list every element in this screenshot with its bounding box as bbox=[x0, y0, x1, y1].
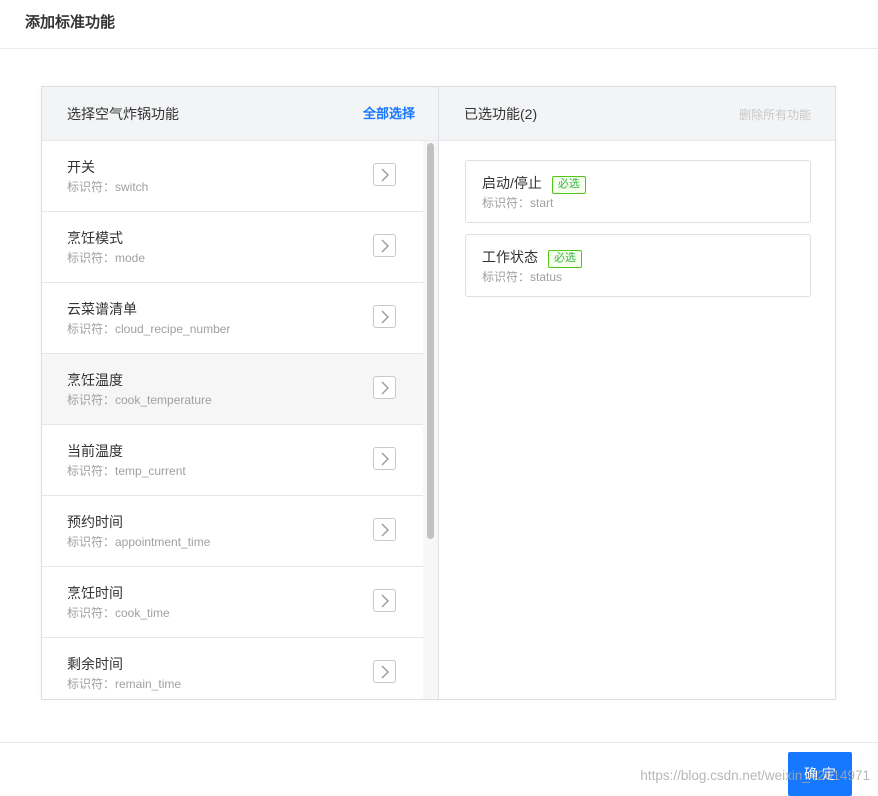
list-item[interactable]: 烹饪时间 标识符：cook_time bbox=[42, 567, 423, 638]
card-title-row: 启动/停止 必选 bbox=[482, 174, 586, 194]
chevron-right-icon bbox=[381, 310, 389, 324]
card-name: 启动/停止 bbox=[482, 175, 542, 191]
list-item[interactable]: 当前温度 标识符：temp_current bbox=[42, 425, 423, 496]
chevron-right-icon bbox=[381, 665, 389, 679]
item-name: 烹饪时间 bbox=[67, 585, 123, 601]
available-functions-title: 选择空气炸锅功能 bbox=[67, 106, 179, 122]
select-all-link[interactable]: 全部选择 bbox=[363, 106, 415, 122]
item-name: 云菜谱清单 bbox=[67, 301, 137, 317]
chevron-right-icon bbox=[381, 594, 389, 608]
add-function-button[interactable] bbox=[373, 376, 396, 399]
item-identifier: 标识符：cook_temperature bbox=[67, 393, 212, 407]
chevron-right-icon bbox=[381, 523, 389, 537]
confirm-button[interactable]: 确 定 bbox=[788, 752, 852, 796]
item-identifier: 标识符：appointment_time bbox=[67, 535, 211, 549]
list-item[interactable]: 预约时间 标识符：appointment_time bbox=[42, 496, 423, 567]
selected-functions-section: 已选功能(2) 删除所有功能 启动/停止 必选 标识符：start 工作状态 必选 … bbox=[438, 87, 835, 699]
card-identifier: 标识符：status bbox=[482, 270, 563, 284]
required-badge: 必选 bbox=[548, 250, 582, 268]
add-function-button[interactable] bbox=[373, 234, 396, 257]
item-name: 当前温度 bbox=[67, 443, 123, 459]
dialog-title: 添加标准功能 bbox=[25, 14, 116, 31]
title-divider bbox=[0, 48, 878, 49]
list-scrollbar[interactable] bbox=[423, 141, 438, 699]
available-functions-list: 开关 标识符：switch 烹饪模式 标识符：mode 云菜谱清单 标识符：cl… bbox=[42, 141, 438, 699]
add-function-button[interactable] bbox=[373, 518, 396, 541]
item-identifier: 标识符：cook_time bbox=[67, 606, 170, 620]
add-function-button[interactable] bbox=[373, 589, 396, 612]
chevron-right-icon bbox=[381, 239, 389, 253]
add-function-button[interactable] bbox=[373, 305, 396, 328]
item-identifier: 标识符：switch bbox=[67, 180, 149, 194]
item-name: 预约时间 bbox=[67, 514, 123, 530]
add-function-button[interactable] bbox=[373, 660, 396, 683]
available-functions-section: 选择空气炸锅功能 全部选择 开关 标识符：switch 烹饪模式 标识符：mod… bbox=[42, 87, 438, 699]
card-name: 工作状态 bbox=[482, 249, 538, 265]
scrollbar-thumb[interactable] bbox=[427, 143, 434, 539]
list-item[interactable]: 烹饪模式 标识符：mode bbox=[42, 212, 423, 283]
list-item[interactable]: 烹饪温度 标识符：cook_temperature bbox=[42, 354, 423, 425]
add-function-button[interactable] bbox=[373, 163, 396, 186]
available-functions-header: 选择空气炸锅功能 全部选择 bbox=[42, 87, 438, 141]
chevron-right-icon bbox=[381, 381, 389, 395]
selected-functions-title: 已选功能(2) bbox=[464, 106, 538, 122]
item-name: 剩余时间 bbox=[67, 656, 123, 672]
list-item[interactable]: 云菜谱清单 标识符：cloud_recipe_number bbox=[42, 283, 423, 354]
selected-function-card[interactable]: 工作状态 必选 标识符：status bbox=[465, 234, 811, 297]
list-item[interactable]: 开关 标识符：switch bbox=[42, 141, 423, 212]
item-name: 烹饪模式 bbox=[67, 230, 123, 246]
add-function-button[interactable] bbox=[373, 447, 396, 470]
selected-functions-header: 已选功能(2) 删除所有功能 bbox=[439, 87, 835, 141]
item-identifier: 标识符：cloud_recipe_number bbox=[67, 322, 231, 336]
item-identifier: 标识符：temp_current bbox=[67, 464, 186, 478]
item-name: 开关 bbox=[67, 159, 95, 175]
required-badge: 必选 bbox=[551, 176, 586, 194]
item-identifier: 标识符：mode bbox=[67, 251, 146, 265]
chevron-right-icon bbox=[381, 168, 389, 182]
remove-all-link[interactable]: 删除所有功能 bbox=[739, 107, 811, 123]
footer-divider bbox=[0, 742, 878, 743]
list-item[interactable]: 剩余时间 标识符：remain_time bbox=[42, 638, 423, 699]
item-name: 烹饪温度 bbox=[67, 372, 123, 388]
item-identifier: 标识符：remain_time bbox=[67, 677, 182, 691]
card-title-row: 工作状态 必选 bbox=[482, 248, 582, 268]
card-identifier: 标识符：start bbox=[482, 196, 554, 210]
function-transfer-panel: 选择空气炸锅功能 全部选择 开关 标识符：switch 烹饪模式 标识符：mod… bbox=[41, 86, 836, 700]
selected-function-card[interactable]: 启动/停止 必选 标识符：start bbox=[465, 160, 811, 223]
chevron-right-icon bbox=[381, 452, 389, 466]
